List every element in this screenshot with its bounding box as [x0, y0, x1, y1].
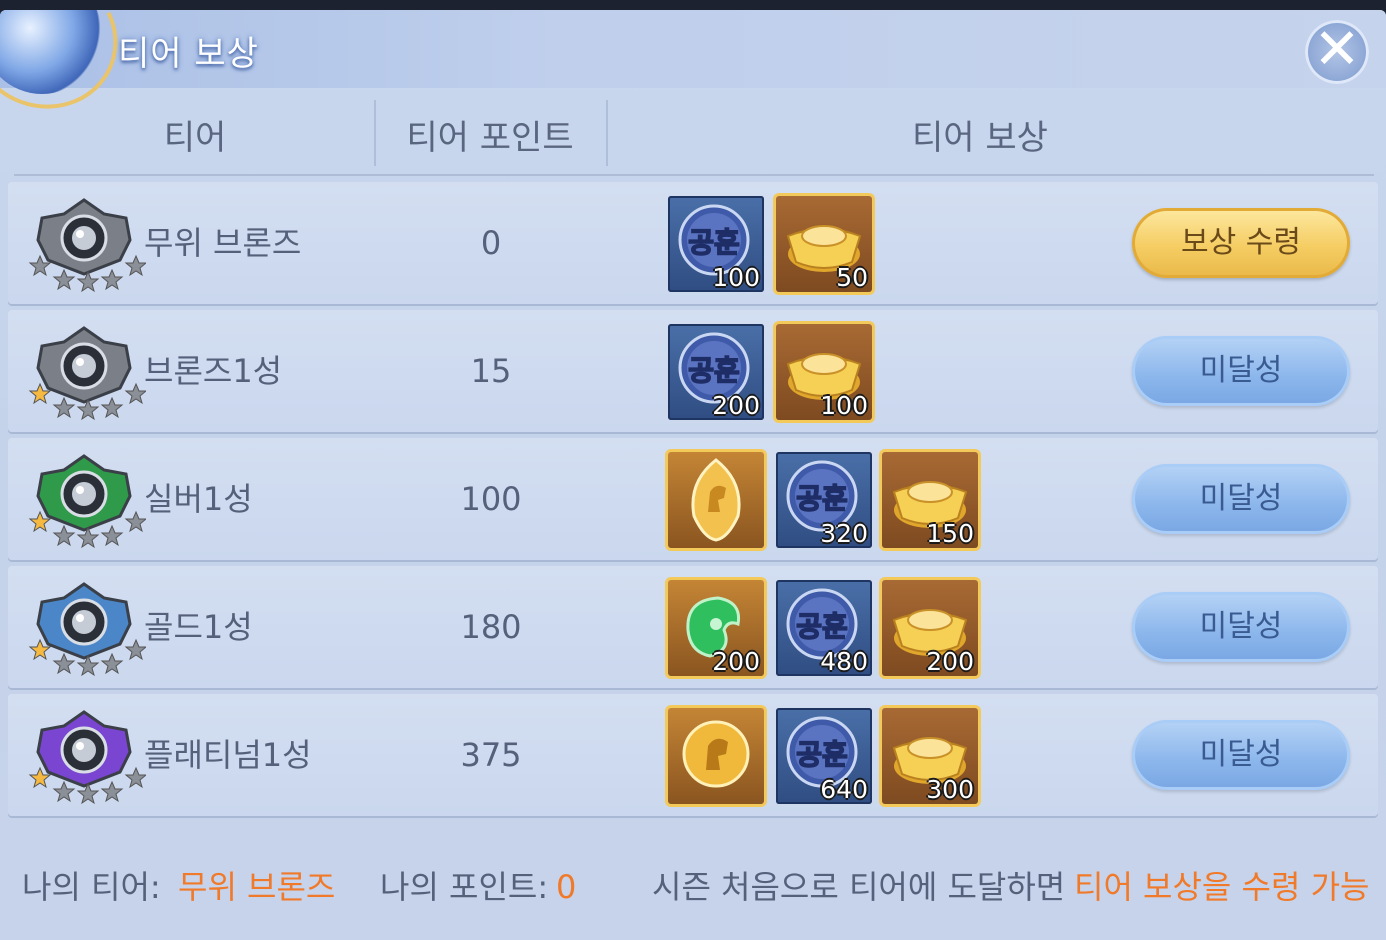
merit-item-icon[interactable]: 공훈 100	[668, 196, 764, 292]
not-achieved-button[interactable]: 미달성	[1132, 464, 1350, 534]
item-quantity: 640	[820, 775, 868, 804]
tier-points: 100	[460, 480, 522, 518]
close-button[interactable]: ✕	[1305, 20, 1369, 84]
not-achieved-button[interactable]: 미달성	[1132, 720, 1350, 790]
item-quantity: 100	[820, 391, 868, 420]
header-tier: 티어	[163, 118, 227, 158]
tier-row: 실버1성 100 공훈 320 150 미달성	[8, 438, 1378, 560]
item-quantity: 200	[712, 647, 760, 676]
merit-item-icon[interactable]: 공훈 640	[776, 708, 872, 804]
close-icon: ✕	[1313, 17, 1361, 82]
my-tier-label: 나의 티어:	[22, 868, 161, 906]
gold-ingot-item-icon[interactable]: 150	[882, 452, 978, 548]
item-quantity: 50	[836, 263, 868, 292]
merit-item-icon[interactable]: 공훈 320	[776, 452, 872, 548]
merit-item-icon[interactable]: 공훈 480	[776, 580, 872, 676]
my-points-value: 0	[556, 868, 577, 906]
tier-reward-panel: 티어 보상 ✕ 티어 티어 포인트 티어 보상 무위 브론즈 0 공훈 100 5…	[0, 10, 1386, 940]
tier-emblem-icon	[26, 580, 148, 680]
header-reward: 티어 보상	[912, 118, 1048, 158]
svg-text:공훈: 공훈	[796, 738, 848, 771]
gold-ingot-item-icon[interactable]: 200	[882, 580, 978, 676]
item-quantity: 200	[712, 391, 760, 420]
item-quantity: 320	[820, 519, 868, 548]
tier-row: 골드1성 180 200 공훈 480 200 미달성	[8, 566, 1378, 688]
svg-text:공훈: 공훈	[796, 610, 848, 643]
tier-emblem-icon	[26, 708, 148, 808]
claim-reward-button[interactable]: 보상 수령	[1132, 208, 1350, 278]
header-underline	[14, 174, 1374, 176]
window-title: 티어 보상	[118, 34, 259, 74]
title-bar: 티어 보상 ✕	[0, 10, 1386, 130]
header-divider	[606, 100, 608, 166]
gold-ingot-item-icon[interactable]: 100	[776, 324, 872, 420]
item-quantity: 100	[712, 263, 760, 292]
notice-text: 시즌 처음으로 티어에 도달하면	[652, 868, 1066, 906]
horse-coin-item-icon[interactable]	[668, 708, 764, 804]
svg-text:공훈: 공훈	[688, 354, 740, 387]
header-divider	[374, 100, 376, 166]
tier-row: 브론즈1성 15 공훈 200 100 미달성	[8, 310, 1378, 432]
item-quantity: 480	[820, 647, 868, 676]
gold-ingot-item-icon[interactable]: 300	[882, 708, 978, 804]
horse-token-item-icon[interactable]	[668, 452, 764, 548]
tier-points: 15	[470, 352, 512, 390]
item-quantity: 200	[926, 647, 974, 676]
merit-item-icon[interactable]: 공훈 200	[668, 324, 764, 420]
svg-text:공훈: 공훈	[796, 482, 848, 515]
tier-points: 375	[460, 736, 522, 774]
tier-name: 골드1성	[144, 608, 253, 646]
tier-emblem-icon	[26, 452, 148, 552]
tier-emblem-icon	[26, 324, 148, 424]
tier-points: 180	[460, 608, 522, 646]
my-points-label: 나의 포인트:	[380, 868, 549, 906]
not-achieved-button[interactable]: 미달성	[1132, 336, 1350, 406]
gold-ingot-item-icon[interactable]: 50	[776, 196, 872, 292]
item-quantity: 150	[926, 519, 974, 548]
header-points: 티어 포인트	[406, 118, 574, 158]
tier-name: 플래티넘1성	[144, 736, 312, 774]
notice-highlight: 티어 보상을 수령 가능	[1074, 868, 1370, 906]
tier-emblem-icon	[26, 196, 148, 296]
tier-row: 무위 브론즈 0 공훈 100 50 보상 수령	[8, 182, 1378, 304]
tier-points: 0	[480, 224, 502, 262]
my-tier-value: 무위 브론즈	[178, 868, 336, 906]
not-achieved-button[interactable]: 미달성	[1132, 592, 1350, 662]
tier-name: 실버1성	[144, 480, 253, 518]
tier-name: 무위 브론즈	[144, 224, 302, 262]
item-quantity: 300	[926, 775, 974, 804]
jade-item-icon[interactable]: 200	[668, 580, 764, 676]
tier-name: 브론즈1성	[144, 352, 283, 390]
svg-text:공훈: 공훈	[688, 226, 740, 259]
tier-row: 플래티넘1성 375 공훈 640 300 미달성	[8, 694, 1378, 816]
